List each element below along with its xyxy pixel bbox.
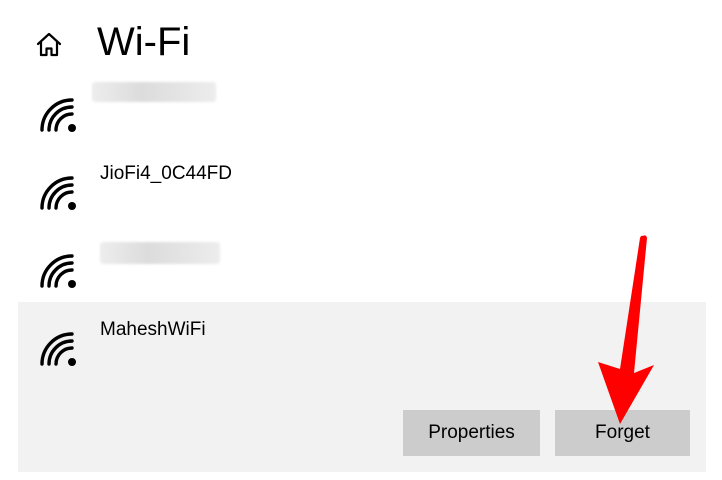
wifi-signal-icon bbox=[38, 92, 78, 132]
network-name: JioFi4_0C44FD bbox=[100, 163, 232, 184]
wifi-signal-icon bbox=[38, 248, 78, 288]
properties-button[interactable]: Properties bbox=[403, 410, 540, 456]
network-item-selected[interactable]: MaheshWiFi Properties Forget bbox=[18, 302, 706, 472]
home-icon[interactable] bbox=[34, 30, 64, 60]
network-item[interactable] bbox=[18, 68, 706, 146]
network-item[interactable] bbox=[18, 224, 706, 302]
wifi-signal-icon bbox=[38, 326, 78, 366]
page-title: Wi-Fi bbox=[97, 20, 191, 64]
redacted-network-name bbox=[100, 242, 220, 264]
forget-button[interactable]: Forget bbox=[555, 410, 690, 456]
network-list: JioFi4_0C44FD MaheshWiFi Properties Forg… bbox=[18, 68, 706, 472]
wifi-signal-icon bbox=[38, 170, 78, 210]
redacted-network-name bbox=[92, 82, 216, 102]
network-item[interactable]: JioFi4_0C44FD bbox=[18, 146, 706, 224]
network-name: MaheshWiFi bbox=[100, 319, 206, 340]
